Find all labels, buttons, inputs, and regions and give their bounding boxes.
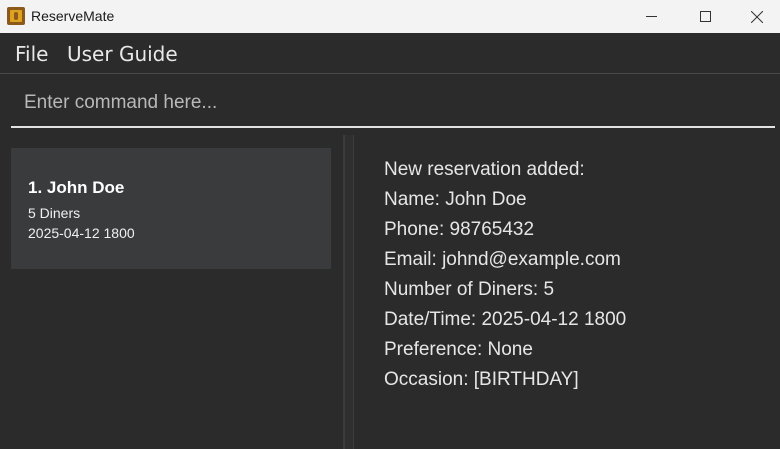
result-text: New reservation added: Name: John Doe Ph…	[384, 155, 626, 395]
reservation-name: 1. John Doe	[28, 178, 125, 197]
maximize-button[interactable]	[682, 0, 728, 33]
app-icon	[7, 7, 25, 25]
result-line: Preference: None	[384, 339, 533, 360]
result-line: Number of Diners: 5	[384, 279, 555, 300]
result-line: Name: John Doe	[384, 189, 527, 210]
command-box	[11, 80, 775, 128]
reservation-card[interactable]: 1. John Doe 5 Diners 2025-04-12 1800	[11, 148, 331, 269]
title-bar: ReserveMate	[0, 0, 780, 33]
result-line: New reservation added:	[384, 159, 585, 180]
maximize-icon	[699, 11, 711, 22]
result-line: Phone: 98765432	[384, 219, 535, 240]
close-button[interactable]	[734, 0, 780, 33]
reservation-datetime: 2025-04-12 1800	[28, 225, 135, 241]
result-line: Date/Time: 2025-04-12 1800	[384, 309, 627, 330]
command-input[interactable]	[11, 80, 775, 126]
minimize-button[interactable]	[628, 0, 674, 33]
result-line: Occasion: [BIRTHDAY]	[384, 369, 579, 390]
menu-file[interactable]: File	[15, 42, 48, 66]
panel-divider[interactable]	[343, 135, 354, 449]
menu-bar: File User Guide	[0, 33, 780, 74]
close-icon	[751, 10, 763, 23]
window-title: ReserveMate	[31, 8, 115, 24]
reservation-list-panel: 1. John Doe 5 Diners 2025-04-12 1800	[0, 135, 343, 449]
minimize-icon	[645, 16, 657, 17]
menu-user-guide[interactable]: User Guide	[67, 42, 178, 66]
result-display-panel: New reservation added: Name: John Doe Ph…	[354, 135, 780, 449]
reservation-diners: 5 Diners	[28, 205, 81, 221]
result-line: Email: johnd@example.com	[384, 249, 621, 270]
